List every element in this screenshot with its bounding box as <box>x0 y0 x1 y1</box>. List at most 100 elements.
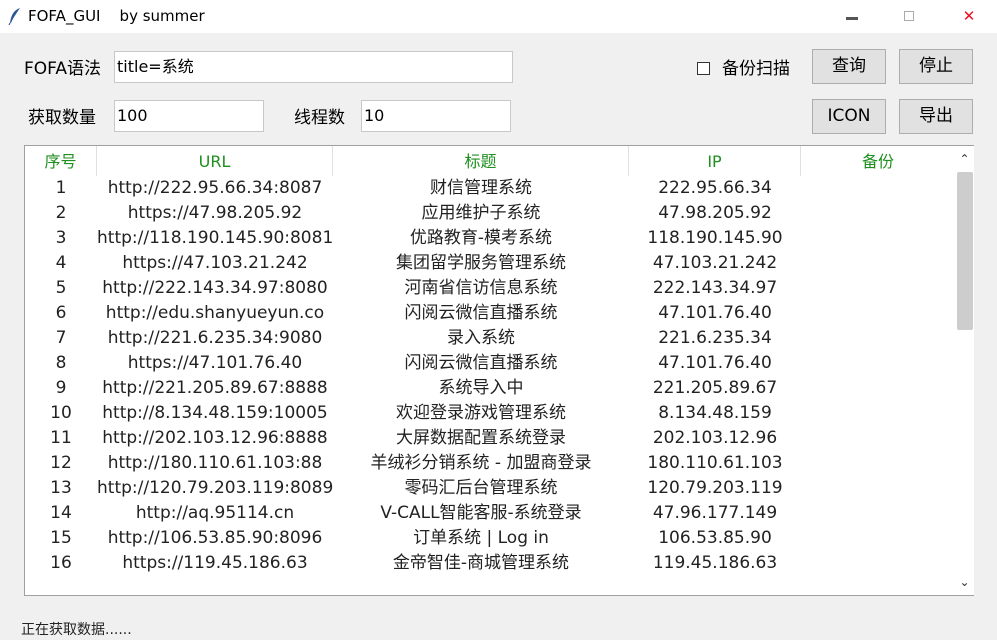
column-header-title[interactable]: 标题 <box>333 146 629 176</box>
cell-ip: 120.79.203.119 <box>647 478 783 498</box>
cell-backup <box>801 201 955 226</box>
cell-title: 系统导入中 <box>438 378 524 398</box>
threads-input[interactable]: 10 <box>361 100 511 132</box>
scroll-down-icon[interactable]: ⌄ <box>955 573 974 591</box>
cell-ip: 118.190.145.90 <box>647 228 783 248</box>
cell-title: 闪阅云微信直播系统 <box>404 303 558 323</box>
table-row[interactable]: 7 http://221.6.235.34:9080 录入系统 221.6.235.3… <box>25 326 955 351</box>
cell-title: 应用维护子系统 <box>421 203 541 223</box>
cell-backup <box>801 501 955 526</box>
cell-backup <box>801 351 955 376</box>
table-row[interactable]: 10 http://8.134.48.159:10005 欢迎登录游戏管理系统 8.1… <box>25 401 955 426</box>
cell-url: https://47.103.21.242 <box>122 253 308 273</box>
status-text: 正在获取数据...... <box>21 622 132 638</box>
cell-title: 录入系统 <box>447 328 515 348</box>
scroll-up-icon[interactable]: ⌃ <box>955 150 974 168</box>
cell-title: 闪阅云微信直播系统 <box>404 353 558 373</box>
cell-url: http://180.110.61.103:88 <box>107 453 323 473</box>
column-header-no[interactable]: 序号 <box>25 146 97 176</box>
scroll-thumb[interactable] <box>957 172 973 330</box>
maximize-button[interactable] <box>886 0 932 33</box>
cell-url: http://120.79.203.119:8089 <box>97 478 333 498</box>
minimize-icon <box>846 17 858 20</box>
cell-ip: 221.205.89.67 <box>652 378 778 398</box>
cell-no: 7 <box>55 328 67 348</box>
cell-ip: 47.96.177.149 <box>652 503 778 523</box>
table-body: 1 http://222.95.66.34:8087 财信管理系统 222.95.66… <box>25 176 955 576</box>
backup-scan-checkbox[interactable] <box>697 62 710 75</box>
window-title: FOFA_GUI by summer <box>28 7 205 25</box>
table-row[interactable]: 12 http://180.110.61.103:88 羊绒衫分销系统 - 加盟商登… <box>25 451 955 476</box>
feather-icon <box>8 8 20 25</box>
cell-backup <box>801 326 955 351</box>
count-label: 获取数量 <box>28 108 96 128</box>
minimize-button[interactable] <box>829 0 875 33</box>
table-row[interactable]: 11 http://202.103.12.96:8888 大屏数据配置系统登录 202… <box>25 426 955 451</box>
table-row[interactable]: 9 http://221.205.89.67:8888 系统导入中 221.205.8… <box>25 376 955 401</box>
cell-url: http://118.190.145.90:8081 <box>97 228 333 248</box>
query-input[interactable]: title=系统 <box>114 51 513 83</box>
maximize-icon <box>904 11 914 21</box>
cell-ip: 47.101.76.40 <box>658 303 772 323</box>
cell-ip: 106.53.85.90 <box>658 528 772 548</box>
title-bar: FOFA_GUI by summer ✕ <box>0 0 997 33</box>
close-button[interactable]: ✕ <box>946 0 992 33</box>
threads-label: 线程数 <box>294 108 345 128</box>
count-input[interactable]: 100 <box>114 100 264 132</box>
table-row[interactable]: 6 http://edu.shanyueyun.co 闪阅云微信直播系统 47.101… <box>25 301 955 326</box>
cell-url: https://47.101.76.40 <box>127 353 303 373</box>
table-row[interactable]: 14 http://aq.95114.cn V-CALL智能客服-系统登录 47.96… <box>25 501 955 526</box>
cell-url: https://119.45.186.63 <box>122 553 308 573</box>
column-header-ip[interactable]: IP <box>629 146 801 176</box>
table-row[interactable]: 13 http://120.79.203.119:8089 零码汇后台管理系统 120… <box>25 476 955 501</box>
icon-button[interactable]: ICON <box>812 99 886 134</box>
cell-no: 14 <box>50 503 72 523</box>
table-row[interactable]: 2 https://47.98.205.92 应用维护子系统 47.98.205.92 <box>25 201 955 226</box>
cell-ip: 180.110.61.103 <box>647 453 783 473</box>
cell-ip: 222.143.34.97 <box>652 278 778 298</box>
cell-title: 大屏数据配置系统登录 <box>396 428 566 448</box>
cell-backup <box>801 401 955 426</box>
cell-backup <box>801 551 955 576</box>
results-table[interactable]: 序号 URL 标题 IP 备份 1 http://222.95.66.34:808… <box>24 145 974 596</box>
cell-no: 6 <box>55 303 67 323</box>
table-row[interactable]: 1 http://222.95.66.34:8087 财信管理系统 222.95.66… <box>25 176 955 201</box>
stop-button[interactable]: 停止 <box>899 49 973 84</box>
query-label: FOFA语法 <box>24 59 102 79</box>
cell-no: 11 <box>50 428 72 448</box>
cell-ip: 47.103.21.242 <box>652 253 778 273</box>
cell-title: 财信管理系统 <box>430 178 532 198</box>
cell-title: 优路教育-模考系统 <box>409 228 553 248</box>
table-row[interactable]: 8 https://47.101.76.40 闪阅云微信直播系统 47.101.76.… <box>25 351 955 376</box>
cell-ip: 47.98.205.92 <box>658 203 772 223</box>
cell-no: 12 <box>50 453 72 473</box>
column-header-backup[interactable]: 备份 <box>801 146 955 176</box>
cell-no: 10 <box>50 403 72 423</box>
cell-backup <box>801 451 955 476</box>
table-row[interactable]: 5 http://222.143.34.97:8080 河南省信访信息系统 222.1… <box>25 276 955 301</box>
cell-ip: 202.103.12.96 <box>652 428 778 448</box>
cell-backup <box>801 226 955 251</box>
cell-title: V-CALL智能客服-系统登录 <box>380 503 582 523</box>
vertical-scrollbar[interactable]: ⌃ ⌄ <box>955 146 974 595</box>
search-button[interactable]: 查询 <box>812 49 886 84</box>
table-row[interactable]: 16 https://119.45.186.63 金帝智佳-商城管理系统 119.45… <box>25 551 955 576</box>
table-row[interactable]: 15 http://106.53.85.90:8096 订单系统 | Log in 1… <box>25 526 955 551</box>
cell-no: 16 <box>50 553 72 573</box>
column-header-url[interactable]: URL <box>97 146 333 176</box>
cell-no: 3 <box>55 228 67 248</box>
cell-backup <box>801 526 955 551</box>
cell-title: 订单系统 | Log in <box>413 528 549 548</box>
cell-url: http://8.134.48.159:10005 <box>102 403 328 423</box>
close-icon: ✕ <box>962 7 976 25</box>
table-header: 序号 URL 标题 IP 备份 <box>25 146 955 176</box>
table-row[interactable]: 3 http://118.190.145.90:8081 优路教育-模考系统 118.… <box>25 226 955 251</box>
cell-backup <box>801 376 955 401</box>
cell-no: 15 <box>50 528 72 548</box>
backup-scan-label: 备份扫描 <box>722 59 790 79</box>
cell-ip: 221.6.235.34 <box>658 328 772 348</box>
cell-ip: 222.95.66.34 <box>658 178 772 198</box>
cell-backup <box>801 176 955 201</box>
export-button[interactable]: 导出 <box>899 99 973 134</box>
table-row[interactable]: 4 https://47.103.21.242 集团留学服务管理系统 47.103.2… <box>25 251 955 276</box>
